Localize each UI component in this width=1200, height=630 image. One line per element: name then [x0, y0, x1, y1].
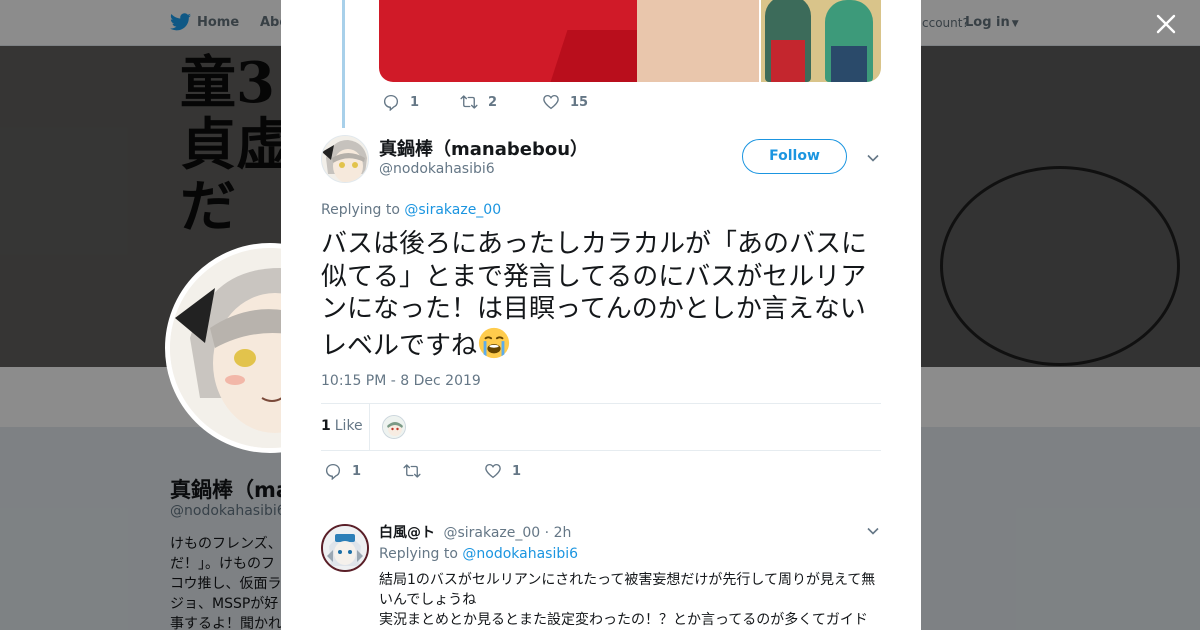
- reply-button[interactable]: 1: [382, 93, 460, 111]
- retweet-button[interactable]: 2: [460, 93, 542, 111]
- stats-divider: [369, 404, 370, 450]
- loudly-crying-face-icon: [478, 327, 510, 358]
- media-image-right[interactable]: [761, 0, 881, 82]
- retweet-count: 2: [488, 94, 498, 110]
- liker-avatar[interactable]: [382, 415, 406, 439]
- reply-author-name[interactable]: 白風@ト: [379, 525, 435, 541]
- tweet-timestamp[interactable]: 10:15 PM - 8 Dec 2019: [321, 373, 481, 389]
- tweet-actions: 1 1: [324, 462, 521, 480]
- replying-to-handle-link[interactable]: @sirakaze_00: [404, 202, 501, 218]
- author-handle[interactable]: @nodokahasibi6: [379, 161, 495, 177]
- reply-header: 白風@ト @sirakaze_00 · 2h: [379, 522, 571, 542]
- author-avatar-image: [322, 136, 368, 182]
- thread-connector-line: [342, 0, 345, 128]
- reply-replying-to: Replying to @nodokahasibi6: [379, 546, 578, 562]
- tweet-text-body: バスは後ろにあったしカラカルが「あのバスに似てる」とまで発言してるのにバスがセル…: [321, 229, 868, 361]
- reply-replying-to-label: Replying to: [379, 546, 458, 562]
- retweet-icon: [460, 95, 478, 109]
- heart-icon: [543, 94, 559, 110]
- media-image-detail: [637, 0, 759, 82]
- liker-avatar-image: [383, 416, 405, 438]
- likes-stat[interactable]: 1 Like: [321, 418, 363, 434]
- likes-stat-label: Like: [334, 418, 363, 434]
- chevron-down-icon[interactable]: [866, 524, 880, 538]
- reply-replying-to-handle-link[interactable]: @nodokahasibi6: [462, 546, 578, 562]
- follow-button[interactable]: Follow: [742, 139, 847, 174]
- media-image-detail: [831, 46, 867, 82]
- reply-separator: ·: [544, 525, 550, 541]
- author-avatar[interactable]: [321, 135, 369, 183]
- like-button[interactable]: 15: [542, 93, 588, 111]
- reply-author-avatar[interactable]: [321, 524, 369, 572]
- reply-count: 1: [410, 94, 420, 110]
- replying-to-label: Replying to: [321, 202, 400, 218]
- reply-author-handle[interactable]: @sirakaze_00: [443, 525, 540, 541]
- tweet-stats: 1 Like: [321, 403, 881, 451]
- like-button[interactable]: 1: [484, 462, 521, 480]
- heart-icon: [485, 463, 501, 479]
- previous-tweet-actions: 1 2 15: [382, 93, 588, 111]
- like-count: 1: [512, 463, 522, 479]
- reply-author-avatar-image: [323, 526, 367, 570]
- reply-text-line: 実況まとめとか見るとまた設定変わったの！？とか言ってるのが多くてガイド: [379, 612, 868, 628]
- media-image-detail: [771, 40, 805, 82]
- chevron-down-icon[interactable]: [866, 151, 880, 165]
- replying-to: Replying to @sirakaze_00: [321, 202, 501, 218]
- retweet-icon: [403, 464, 421, 478]
- media-image-left[interactable]: [379, 0, 759, 82]
- reply-icon: [325, 463, 341, 480]
- reply-time[interactable]: 2h: [554, 525, 572, 541]
- likes-stat-count: 1: [321, 418, 331, 434]
- close-icon[interactable]: [1156, 14, 1176, 34]
- like-count: 15: [570, 94, 589, 110]
- reply-icon: [383, 94, 399, 111]
- retweet-button[interactable]: [403, 462, 484, 480]
- reply-count: 1: [352, 463, 362, 479]
- tweet-text: バスは後ろにあったしカラカルが「あのバスに似てる」とまで発言してるのにバスがセル…: [321, 228, 881, 362]
- reply-text-line: 結局1のバスがセルリアンにされたって被害妄想だけが先行して周りが見えて無いんでし…: [379, 572, 876, 608]
- reply-text: 結局1のバスがセルリアンにされたって被害妄想だけが先行して周りが見えて無いんでし…: [379, 570, 881, 630]
- reply-button[interactable]: 1: [324, 462, 403, 480]
- previous-tweet-media[interactable]: [379, 0, 881, 82]
- author-name[interactable]: 真鍋棒（manabebou）: [379, 135, 588, 161]
- tweet-modal: 1 2 15 真鍋棒（manabebou） @nodokahasibi6 Fol…: [281, 0, 921, 630]
